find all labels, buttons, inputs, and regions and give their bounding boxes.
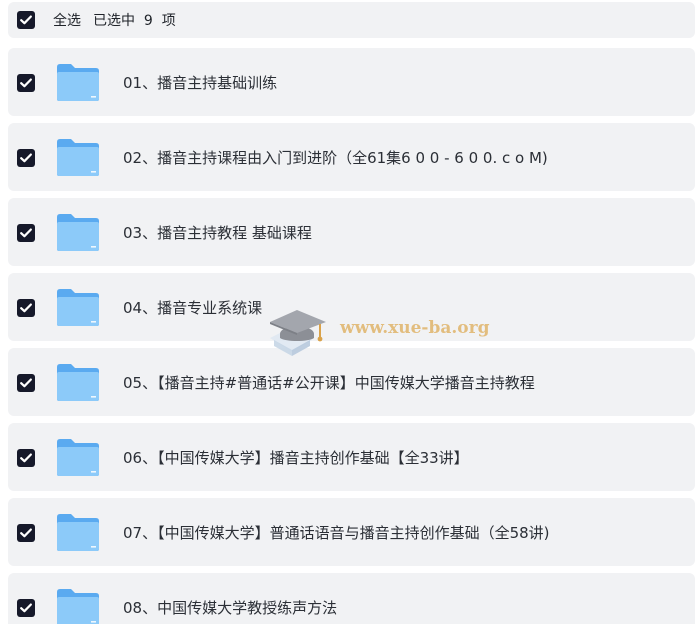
item-checkbox[interactable] xyxy=(17,74,35,92)
list-item[interactable]: 06、【中国传媒大学】播音主持创作基础【全33讲】 xyxy=(8,423,695,491)
item-checkbox[interactable] xyxy=(17,599,35,617)
selection-summary: 全选 已选中 9 项 xyxy=(53,10,176,30)
selected-count-text: 已选中 9 项 xyxy=(93,13,176,29)
item-checkbox[interactable] xyxy=(17,149,35,167)
check-icon xyxy=(20,453,32,463)
item-checkbox[interactable] xyxy=(17,524,35,542)
folder-name[interactable]: 02、播音主持课程由入门到进阶（全61集6 0 0 - 6 0 0. c o M… xyxy=(123,147,548,168)
check-icon xyxy=(20,153,32,163)
item-checkbox[interactable] xyxy=(17,299,35,317)
folder-name[interactable]: 08、中国传媒大学教授练声方法 xyxy=(123,597,337,618)
list-item[interactable]: 04、播音专业系统课 xyxy=(8,273,695,341)
folder-icon xyxy=(57,364,99,401)
folder-name[interactable]: 05、【播音主持#普通话#公开课】中国传媒大学播音主持教程 xyxy=(123,372,535,393)
folder-name[interactable]: 07、【中国传媒大学】普通话语音与播音主持创作基础（全58讲) xyxy=(123,522,550,543)
list-item[interactable]: 03、播音主持教程 基础课程 xyxy=(8,198,695,266)
folder-icon xyxy=(57,289,99,326)
folder-icon xyxy=(57,214,99,251)
file-list-page: 全选 已选中 9 项 01、播音主持基础训练 02、播音主持课程由入门到进阶（全61… xyxy=(0,0,695,624)
folder-icon xyxy=(57,139,99,176)
check-icon xyxy=(20,78,32,88)
check-icon xyxy=(20,228,32,238)
folder-name[interactable]: 03、播音主持教程 基础课程 xyxy=(123,222,312,243)
list-item[interactable]: 07、【中国传媒大学】普通话语音与播音主持创作基础（全58讲) xyxy=(8,498,695,566)
item-checkbox[interactable] xyxy=(17,374,35,392)
folder-icon xyxy=(57,439,99,476)
select-all-checkbox[interactable] xyxy=(17,11,35,29)
check-icon xyxy=(20,528,32,538)
list-item[interactable]: 05、【播音主持#普通话#公开课】中国传媒大学播音主持教程 xyxy=(8,348,695,416)
select-all-label[interactable]: 全选 xyxy=(53,13,81,29)
list-item[interactable]: 02、播音主持课程由入门到进阶（全61集6 0 0 - 6 0 0. c o M… xyxy=(8,123,695,191)
folder-icon xyxy=(57,589,99,624)
item-checkbox[interactable] xyxy=(17,449,35,467)
folder-name[interactable]: 06、【中国传媒大学】播音主持创作基础【全33讲】 xyxy=(123,447,469,468)
list-item[interactable]: 08、中国传媒大学教授练声方法 xyxy=(8,573,695,624)
folder-icon xyxy=(57,514,99,551)
folder-name[interactable]: 04、播音专业系统课 xyxy=(123,297,262,318)
list-item[interactable]: 01、播音主持基础训练 xyxy=(8,48,695,116)
select-all-bar: 全选 已选中 9 项 xyxy=(8,2,695,38)
check-icon xyxy=(20,603,32,613)
item-checkbox[interactable] xyxy=(17,224,35,242)
check-icon xyxy=(20,303,32,313)
check-icon xyxy=(20,378,32,388)
check-icon xyxy=(20,15,32,25)
folder-icon xyxy=(57,64,99,101)
folder-name[interactable]: 01、播音主持基础训练 xyxy=(123,72,277,93)
